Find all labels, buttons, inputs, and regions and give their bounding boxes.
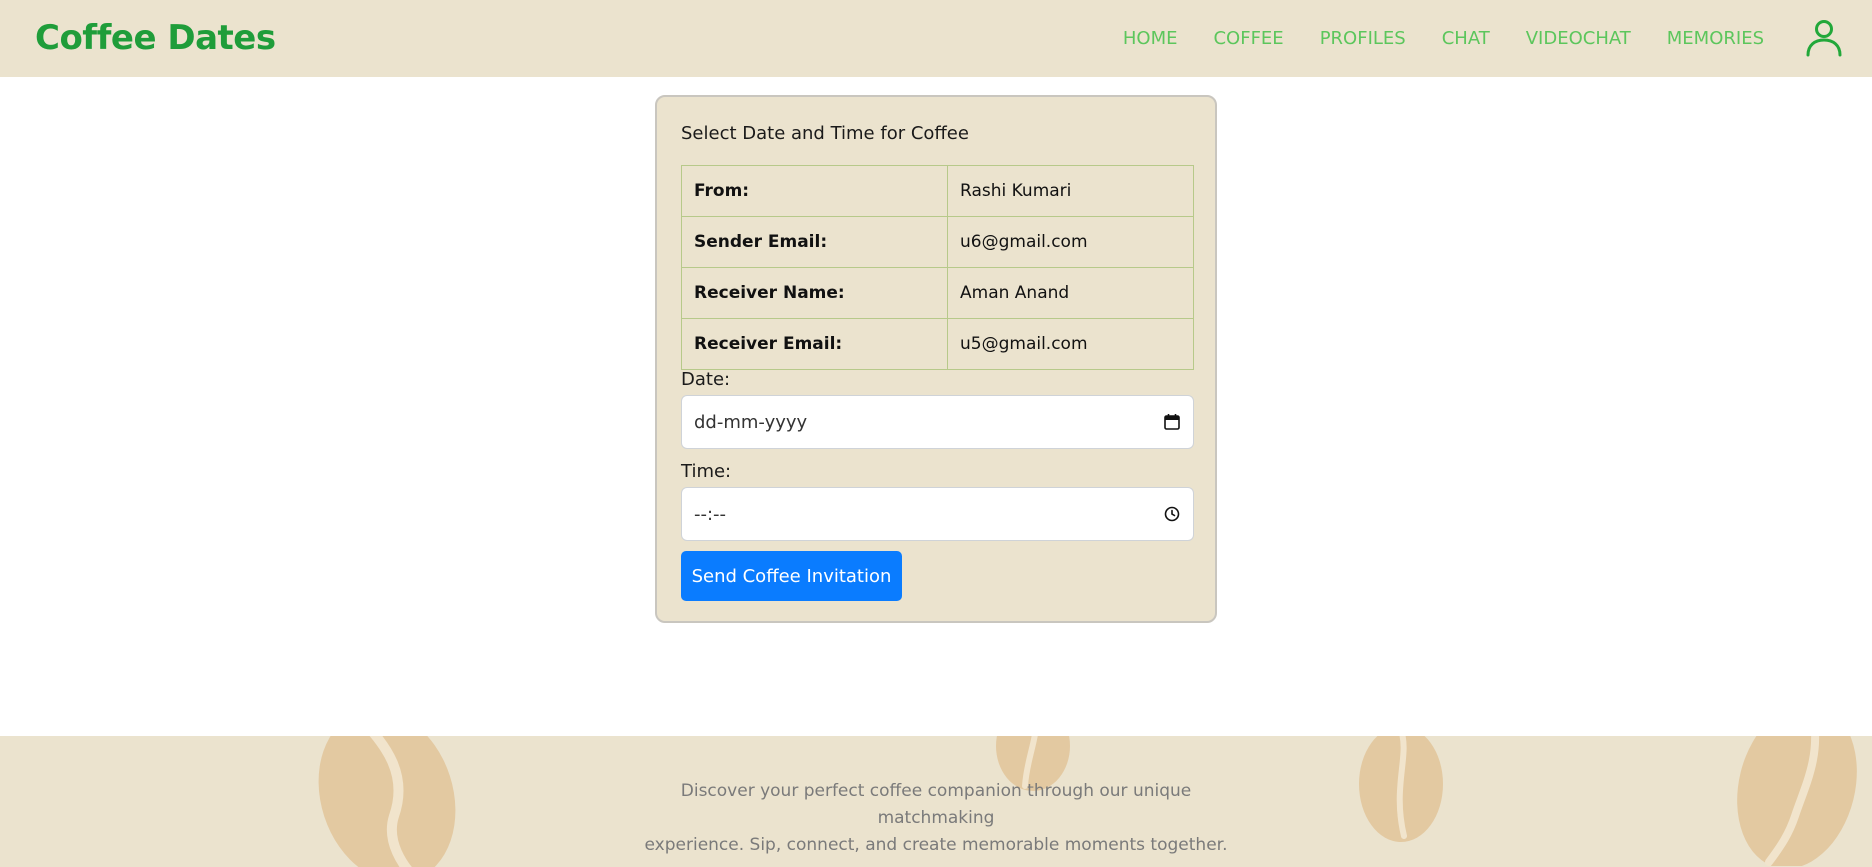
- from-value: Rashi Kumari: [947, 165, 1194, 217]
- from-label: From:: [681, 165, 948, 217]
- receiver-email-value: u5@gmail.com: [947, 318, 1194, 370]
- time-input[interactable]: --:--: [681, 487, 1194, 541]
- date-input[interactable]: dd-mm-yyyy: [681, 395, 1194, 449]
- table-row: Sender Email: u6@gmail.com: [681, 216, 1194, 268]
- receiver-email-label: Receiver Email:: [681, 318, 948, 370]
- brand-logo[interactable]: Coffee Dates: [35, 18, 276, 58]
- receiver-name-value: Aman Anand: [947, 267, 1194, 319]
- coffee-bean-icon: [1737, 736, 1857, 866]
- clock-icon[interactable]: [1163, 505, 1181, 523]
- nav-chat[interactable]: CHAT: [1442, 28, 1490, 49]
- time-label: Time:: [681, 461, 732, 482]
- date-placeholder: dd-mm-yyyy: [694, 411, 808, 433]
- footer-tagline: Discover your perfect coffee companion t…: [636, 778, 1236, 859]
- date-label: Date:: [681, 369, 731, 390]
- nav-videochat[interactable]: VIDEOCHAT: [1526, 28, 1631, 49]
- receiver-name-label: Receiver Name:: [681, 267, 948, 319]
- sender-email-value: u6@gmail.com: [947, 216, 1194, 268]
- coffee-bean-icon: [318, 736, 456, 867]
- sender-email-label: Sender Email:: [681, 216, 948, 268]
- nav-coffee[interactable]: COFFEE: [1213, 28, 1283, 49]
- nav-memories[interactable]: MEMORIES: [1667, 28, 1764, 49]
- table-row: Receiver Email: u5@gmail.com: [681, 318, 1194, 370]
- user-icon[interactable]: [1804, 18, 1844, 58]
- nav-links: HOME COFFEE PROFILES CHAT VIDEOCHAT MEMO…: [1123, 0, 1764, 77]
- table-row: From: Rashi Kumari: [681, 165, 1194, 217]
- send-invitation-button[interactable]: Send Coffee Invitation: [681, 551, 902, 601]
- coffee-bean-icon: [1359, 736, 1443, 842]
- footer: Discover your perfect coffee companion t…: [0, 736, 1872, 867]
- calendar-icon[interactable]: [1163, 413, 1181, 431]
- navbar: Coffee Dates HOME COFFEE PROFILES CHAT V…: [0, 0, 1872, 77]
- footer-tagline-line1: Discover your perfect coffee companion t…: [680, 781, 1192, 828]
- invitation-details-table: From: Rashi Kumari Sender Email: u6@gmai…: [681, 165, 1194, 370]
- time-placeholder: --:--: [694, 503, 727, 525]
- footer-tagline-line2: experience. Sip, connect, and create mem…: [644, 835, 1228, 855]
- invitation-card: Select Date and Time for Coffee From: Ra…: [655, 95, 1217, 623]
- nav-profiles[interactable]: PROFILES: [1320, 28, 1406, 49]
- card-title: Select Date and Time for Coffee: [681, 123, 969, 144]
- table-row: Receiver Name: Aman Anand: [681, 267, 1194, 319]
- nav-home[interactable]: HOME: [1123, 28, 1178, 49]
